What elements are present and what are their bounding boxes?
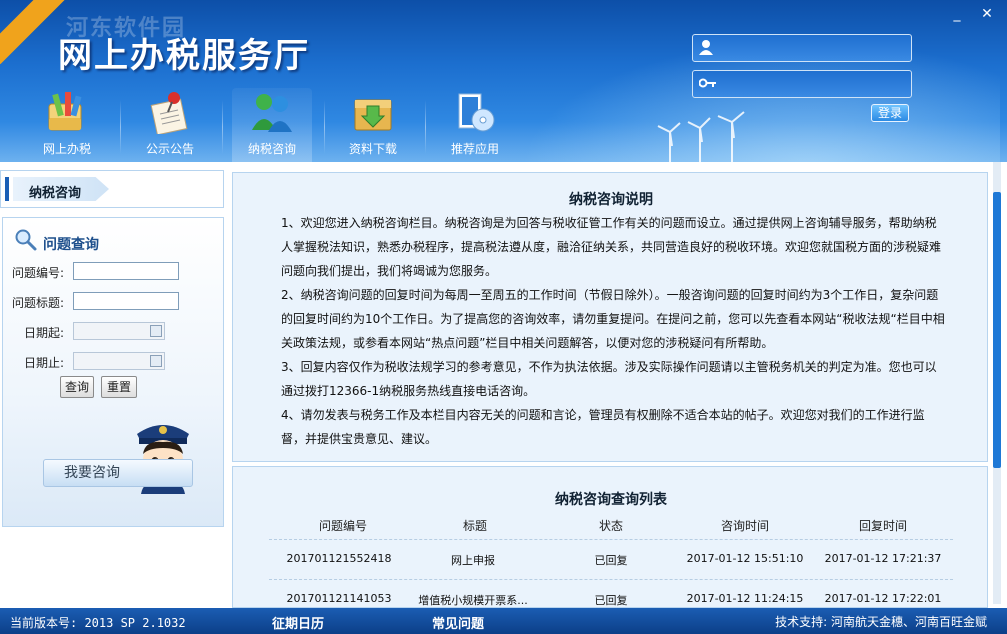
reset-button[interactable]: 重置 bbox=[101, 376, 137, 398]
app-header: 河东软件园 网上办税服务厅 _ ✕ 网上办税 公示公告 纳税咨询 资料下载 推荐… bbox=[0, 0, 1007, 162]
search-button[interactable]: 查询 bbox=[60, 376, 94, 398]
info-title: 纳税咨询说明 bbox=[569, 192, 653, 208]
nav-item-label: 资料下载 bbox=[348, 142, 397, 156]
tax-office-icon bbox=[43, 88, 91, 136]
login-button[interactable]: 登录 bbox=[871, 104, 909, 122]
date-start-field[interactable] bbox=[73, 322, 165, 340]
tax-calendar-link[interactable]: 征期日历 bbox=[272, 613, 324, 632]
password-field[interactable] bbox=[692, 70, 912, 98]
column-header: 问题编号 bbox=[318, 519, 367, 533]
info-paragraph: 4、请勿发表与税务工作及本栏目内容无关的问题和言论，管理员有权删除不适合本站的帖… bbox=[281, 408, 925, 446]
question-number-label: 问题编号: bbox=[12, 266, 65, 280]
nav-item-notices[interactable]: 公示公告 bbox=[130, 88, 210, 157]
info-paragraph: 1、欢迎您进入纳税咨询栏目。纳税咨询是为回答与税收征管工作有关的问题而设立。通过… bbox=[281, 216, 942, 278]
user-icon bbox=[699, 39, 713, 58]
calendar-icon[interactable] bbox=[150, 355, 162, 367]
nav-separator bbox=[425, 100, 426, 154]
query-title: 问题查询 bbox=[43, 237, 99, 253]
notice-pin-icon bbox=[146, 88, 194, 136]
question-title-input[interactable] bbox=[73, 292, 179, 310]
consult-info-panel: 纳税咨询说明 1、欢迎您进入纳税咨询栏目。纳税咨询是为回答与税收征管工作有关的问… bbox=[232, 172, 988, 462]
consult-list-panel: 纳税咨询查询列表 问题编号 标题 状态 咨询时间 回复时间 2017011215… bbox=[232, 466, 988, 608]
nav-item-label: 网上办税 bbox=[42, 142, 91, 156]
question-title-cell[interactable]: 网上申报 bbox=[409, 552, 537, 568]
question-title-cell[interactable]: 增值税小规模开票系... bbox=[409, 592, 537, 607]
question-number-cell: 201701121141053 bbox=[286, 592, 392, 605]
info-paragraph: 2、纳税咨询问题的回复时间为每周一至周五的工作时间（节假日除外）。一般咨询问题的… bbox=[281, 288, 945, 350]
close-button[interactable]: ✕ bbox=[977, 6, 997, 22]
nav-separator bbox=[120, 100, 121, 154]
question-title-label: 问题标题: bbox=[12, 296, 65, 310]
date-start-label: 日期起: bbox=[24, 326, 65, 340]
column-header: 标题 bbox=[462, 519, 487, 533]
consult-people-icon bbox=[248, 88, 296, 136]
nav-item-consult[interactable]: 纳税咨询 bbox=[232, 88, 312, 162]
nav-item-downloads[interactable]: 资料下载 bbox=[333, 88, 413, 157]
date-end-field[interactable] bbox=[73, 352, 165, 370]
info-paragraph: 3、回复内容仅作为税收法规学习的参考意见，不作为执法依据。涉及实际操作问题请以主… bbox=[281, 360, 937, 398]
nav-item-label: 推荐应用 bbox=[450, 142, 499, 156]
table-row[interactable]: 201701121552418 网上申报 已回复 2017-01-12 15:5… bbox=[269, 539, 953, 575]
calendar-icon[interactable] bbox=[150, 325, 162, 337]
reply-time-cell: 2017-01-12 17:21:37 bbox=[824, 552, 942, 565]
consult-time-cell: 2017-01-12 15:51:10 bbox=[686, 552, 804, 565]
window-controls: _ ✕ bbox=[947, 6, 997, 22]
minimize-button[interactable]: _ bbox=[947, 6, 967, 22]
nav-separator bbox=[222, 100, 223, 154]
sidebar-header-accent bbox=[5, 177, 9, 201]
username-field[interactable] bbox=[692, 34, 912, 62]
nav-item-online-tax[interactable]: 网上办税 bbox=[27, 88, 107, 157]
sidebar-section-header: 纳税咨询 bbox=[0, 170, 224, 208]
tech-support-text: 技术支持: 河南航天金穗、河南百旺金赋 bbox=[775, 615, 987, 629]
status-bar: 当前版本号: 2013 SP 2.1032 征期日历 常见问题 技术支持: 河南… bbox=[0, 608, 1007, 634]
magnifier-icon bbox=[14, 228, 38, 255]
app-cd-icon bbox=[451, 88, 499, 136]
status-cell: 已回复 bbox=[594, 554, 628, 567]
date-end-label: 日期止: bbox=[24, 356, 65, 370]
nav-item-label: 纳税咨询 bbox=[247, 142, 296, 156]
column-header: 咨询时间 bbox=[720, 519, 769, 533]
wind-turbines-decoration bbox=[657, 111, 745, 162]
consult-time-cell: 2017-01-12 11:24:15 bbox=[686, 592, 804, 605]
sidebar-section-title: 纳税咨询 bbox=[29, 186, 82, 201]
download-box-icon bbox=[349, 88, 397, 136]
column-header: 状态 bbox=[598, 519, 623, 533]
reply-time-cell: 2017-01-12 17:22:01 bbox=[824, 592, 942, 605]
version-text: 当前版本号: 2013 SP 2.1032 bbox=[10, 616, 186, 630]
scrollbar-thumb[interactable] bbox=[993, 192, 1001, 468]
nav-item-apps[interactable]: 推荐应用 bbox=[435, 88, 515, 157]
nav-item-label: 公示公告 bbox=[145, 142, 194, 156]
question-number-input[interactable] bbox=[73, 262, 179, 280]
key-icon bbox=[698, 77, 717, 92]
vertical-scrollbar[interactable] bbox=[993, 162, 1001, 604]
ask-question-button[interactable]: 我要咨询 bbox=[43, 459, 193, 487]
nav-separator bbox=[324, 100, 325, 154]
list-title: 纳税咨询查询列表 bbox=[555, 492, 667, 508]
status-cell: 已回复 bbox=[594, 594, 628, 607]
table-row[interactable]: 201701121141053 增值税小规模开票系... 已回复 2017-01… bbox=[269, 579, 953, 607]
app-title: 网上办税服务厅 bbox=[58, 36, 310, 76]
column-header: 回复时间 bbox=[858, 519, 907, 533]
faq-link[interactable]: 常见问题 bbox=[432, 613, 484, 632]
question-number-cell: 201701121552418 bbox=[286, 552, 392, 565]
